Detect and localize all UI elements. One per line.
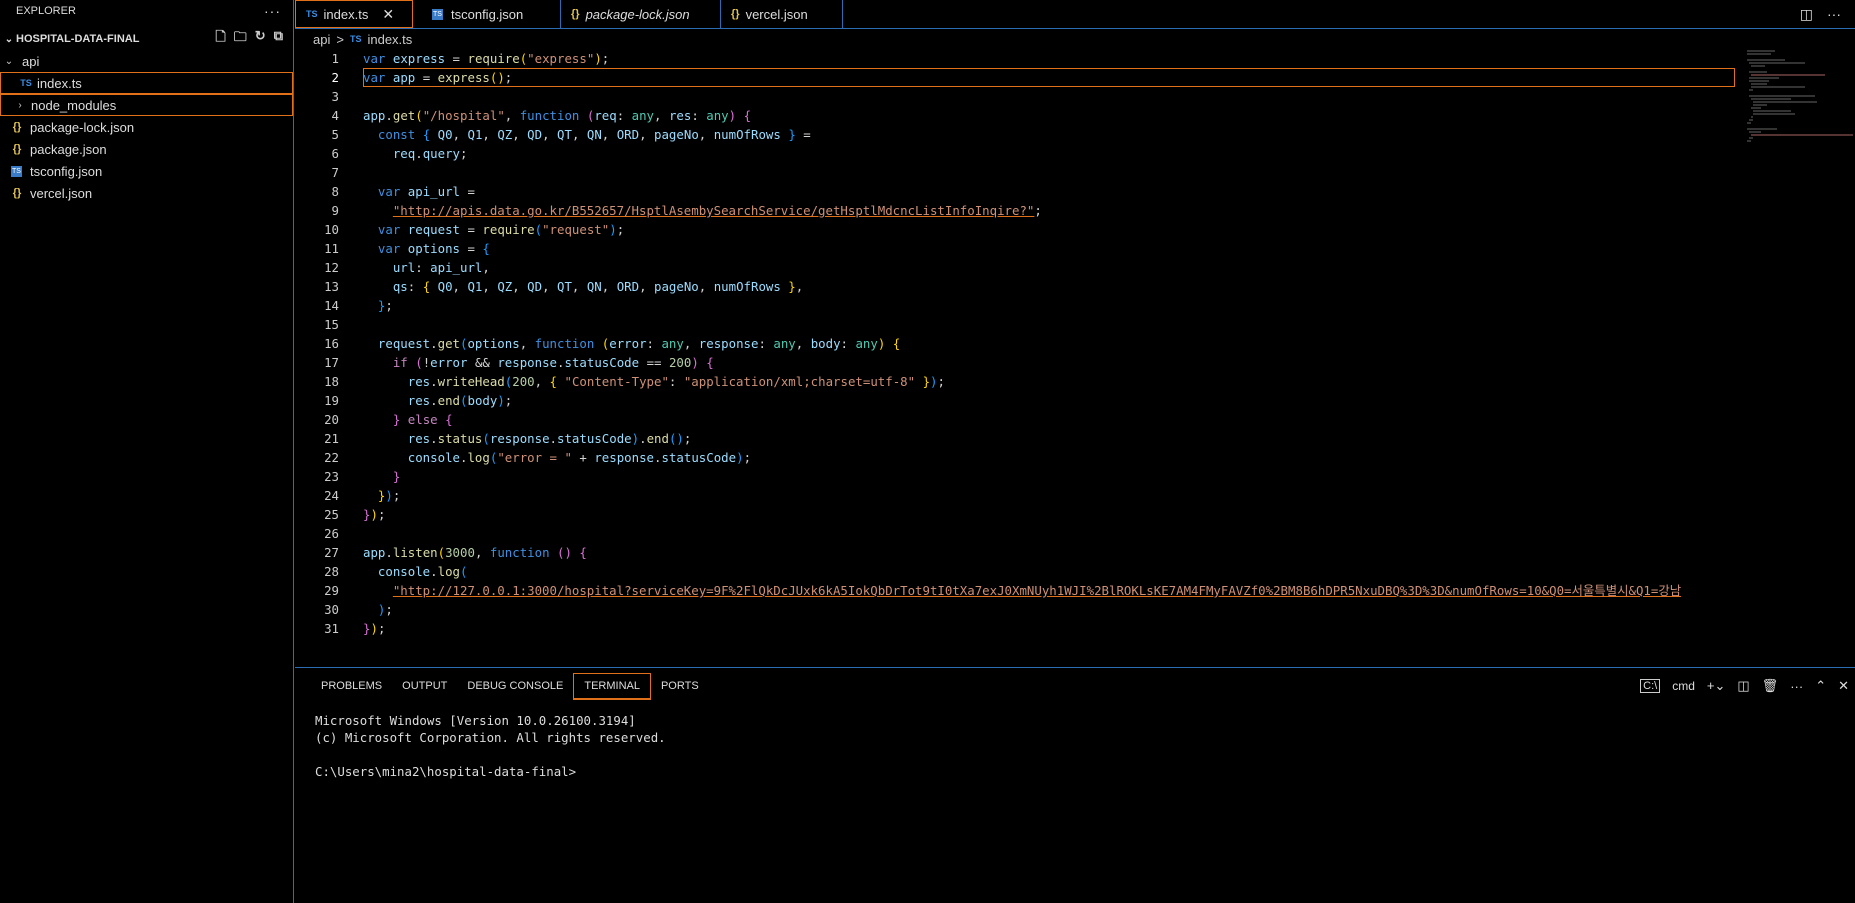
tree-item-package-json[interactable]: {} package.json (0, 138, 293, 160)
split-editor-icon[interactable]: ◫ (1800, 6, 1813, 23)
collapse-all-icon[interactable]: ⧉ (274, 28, 283, 50)
minimap[interactable] (1745, 49, 1855, 169)
json-file-icon: {} (571, 8, 580, 20)
json-file-icon: {} (12, 121, 22, 133)
explorer-title: EXPLORER (16, 5, 76, 17)
more-actions-icon[interactable]: ··· (1790, 679, 1803, 694)
tree-item-vercel[interactable]: {} vercel.json (0, 182, 293, 204)
api-url-link[interactable]: "http://apis.data.go.kr/B552657/HsptlAse… (393, 203, 1035, 218)
tsconfig-file-icon: TS (11, 165, 22, 177)
more-actions-icon[interactable]: ··· (264, 3, 281, 19)
terminal-output[interactable]: Microsoft Windows [Version 10.0.26100.31… (295, 704, 1855, 788)
tree-item-label: vercel.json (30, 185, 93, 201)
chevron-right-icon: › (18, 99, 22, 111)
tab-index-ts[interactable]: TS index.ts ✕ (295, 0, 413, 28)
split-terminal-icon[interactable]: ◫ (1737, 678, 1749, 694)
terminal-line: (c) Microsoft Corporation. All rights re… (315, 730, 666, 745)
editor-tabs: TS index.ts ✕ TS tsconfig.json {} packag… (295, 0, 1855, 29)
terminal-prompt: C:\Users\mina2\hospital-data-final> (315, 764, 577, 779)
tree-item-index-ts[interactable]: TS index.ts (0, 72, 293, 94)
tree-item-label: tsconfig.json (30, 163, 103, 179)
terminal-shell-label[interactable]: cmd (1672, 679, 1695, 693)
refresh-icon[interactable]: ↻ (255, 28, 266, 50)
maximize-panel-icon[interactable]: ⌃ (1815, 678, 1826, 694)
tab-terminal[interactable]: TERMINAL (573, 672, 651, 700)
tree-item-label: node_modules (31, 97, 117, 113)
tab-label: package-lock.json (585, 6, 690, 22)
code-editor[interactable]: 1 var express = require("express"); 2 var … (295, 49, 1855, 666)
close-icon[interactable]: ✕ (382, 6, 394, 23)
localhost-url-link[interactable]: "http://127.0.0.1:3000/hospital?serviceK… (393, 583, 1681, 598)
typescript-file-icon: TS (349, 34, 362, 44)
close-icon[interactable]: ✕ (1838, 678, 1849, 694)
tab-ports[interactable]: PORTS (651, 674, 709, 698)
tab-output[interactable]: OUTPUT (392, 674, 457, 698)
explorer-sidebar: EXPLORER ··· ⌄ HOSPITAL-DATA-FINAL 🗋 🗀 ↻… (0, 0, 294, 903)
tree-item-package-lock[interactable]: {} package-lock.json (0, 116, 293, 138)
tree-item-label: package-lock.json (30, 119, 135, 135)
json-file-icon: {} (12, 187, 22, 199)
breadcrumb-separator: > (336, 31, 344, 47)
json-file-icon: {} (12, 143, 22, 155)
workspace-folder-label: HOSPITAL-DATA-FINAL (16, 33, 140, 45)
typescript-file-icon: TS (20, 78, 32, 88)
folder-actions: 🗋 🗀 ↻ ⧉ (215, 28, 293, 50)
explorer-header: EXPLORER ··· (0, 0, 293, 22)
tree-item-tsconfig[interactable]: TS tsconfig.json (0, 160, 293, 182)
current-line-highlight (363, 68, 1735, 87)
tree-item-label: api (22, 53, 40, 69)
tab-label: tsconfig.json (451, 6, 524, 22)
new-file-icon[interactable]: 🗋 (215, 28, 225, 50)
trash-icon[interactable]: 🗑 (1762, 678, 1779, 694)
tsconfig-file-icon: TS (432, 8, 443, 20)
new-folder-icon[interactable]: 🗀 (234, 28, 247, 50)
tab-tsconfig[interactable]: TS tsconfig.json (419, 0, 561, 28)
tree-item-api[interactable]: ⌄ api (0, 50, 293, 72)
panel-tabs: PROBLEMS OUTPUT DEBUG CONSOLE TERMINAL P… (295, 668, 1855, 704)
tab-package-lock[interactable]: {} package-lock.json (561, 0, 721, 28)
json-file-icon: {} (731, 8, 740, 20)
chevron-down-icon: ⌄ (4, 55, 14, 67)
workspace-folder[interactable]: ⌄ HOSPITAL-DATA-FINAL 🗋 🗀 ↻ ⧉ (0, 28, 293, 50)
tree-item-node-modules[interactable]: › node_modules (0, 94, 293, 116)
more-actions-icon[interactable]: ··· (1827, 6, 1841, 22)
editor-actions: ◫ ··· (1800, 0, 1855, 28)
breadcrumb-file[interactable]: index.ts (367, 32, 412, 47)
new-terminal-icon[interactable]: +⌄ (1707, 678, 1725, 694)
tab-problems[interactable]: PROBLEMS (311, 674, 392, 698)
tab-debug-console[interactable]: DEBUG CONSOLE (457, 674, 573, 698)
breadcrumb: api > TS index.ts (295, 29, 412, 49)
tab-label: index.ts (323, 6, 369, 22)
terminal-icon: C:\ (1640, 679, 1661, 693)
tab-vercel[interactable]: {} vercel.json (721, 0, 843, 28)
tab-label: vercel.json (745, 6, 808, 22)
terminal-line: Microsoft Windows [Version 10.0.26100.31… (315, 713, 636, 728)
breadcrumb-folder[interactable]: api (313, 32, 330, 47)
tree-item-label: index.ts (37, 75, 82, 91)
tree-item-label: package.json (30, 141, 107, 157)
bottom-panel: PROBLEMS OUTPUT DEBUG CONSOLE TERMINAL P… (295, 667, 1855, 903)
typescript-file-icon: TS (306, 9, 318, 19)
panel-actions: C:\ cmd +⌄ ◫ 🗑 ··· ⌃ ✕ (1640, 678, 1855, 694)
chevron-down-icon: ⌄ (4, 33, 14, 45)
